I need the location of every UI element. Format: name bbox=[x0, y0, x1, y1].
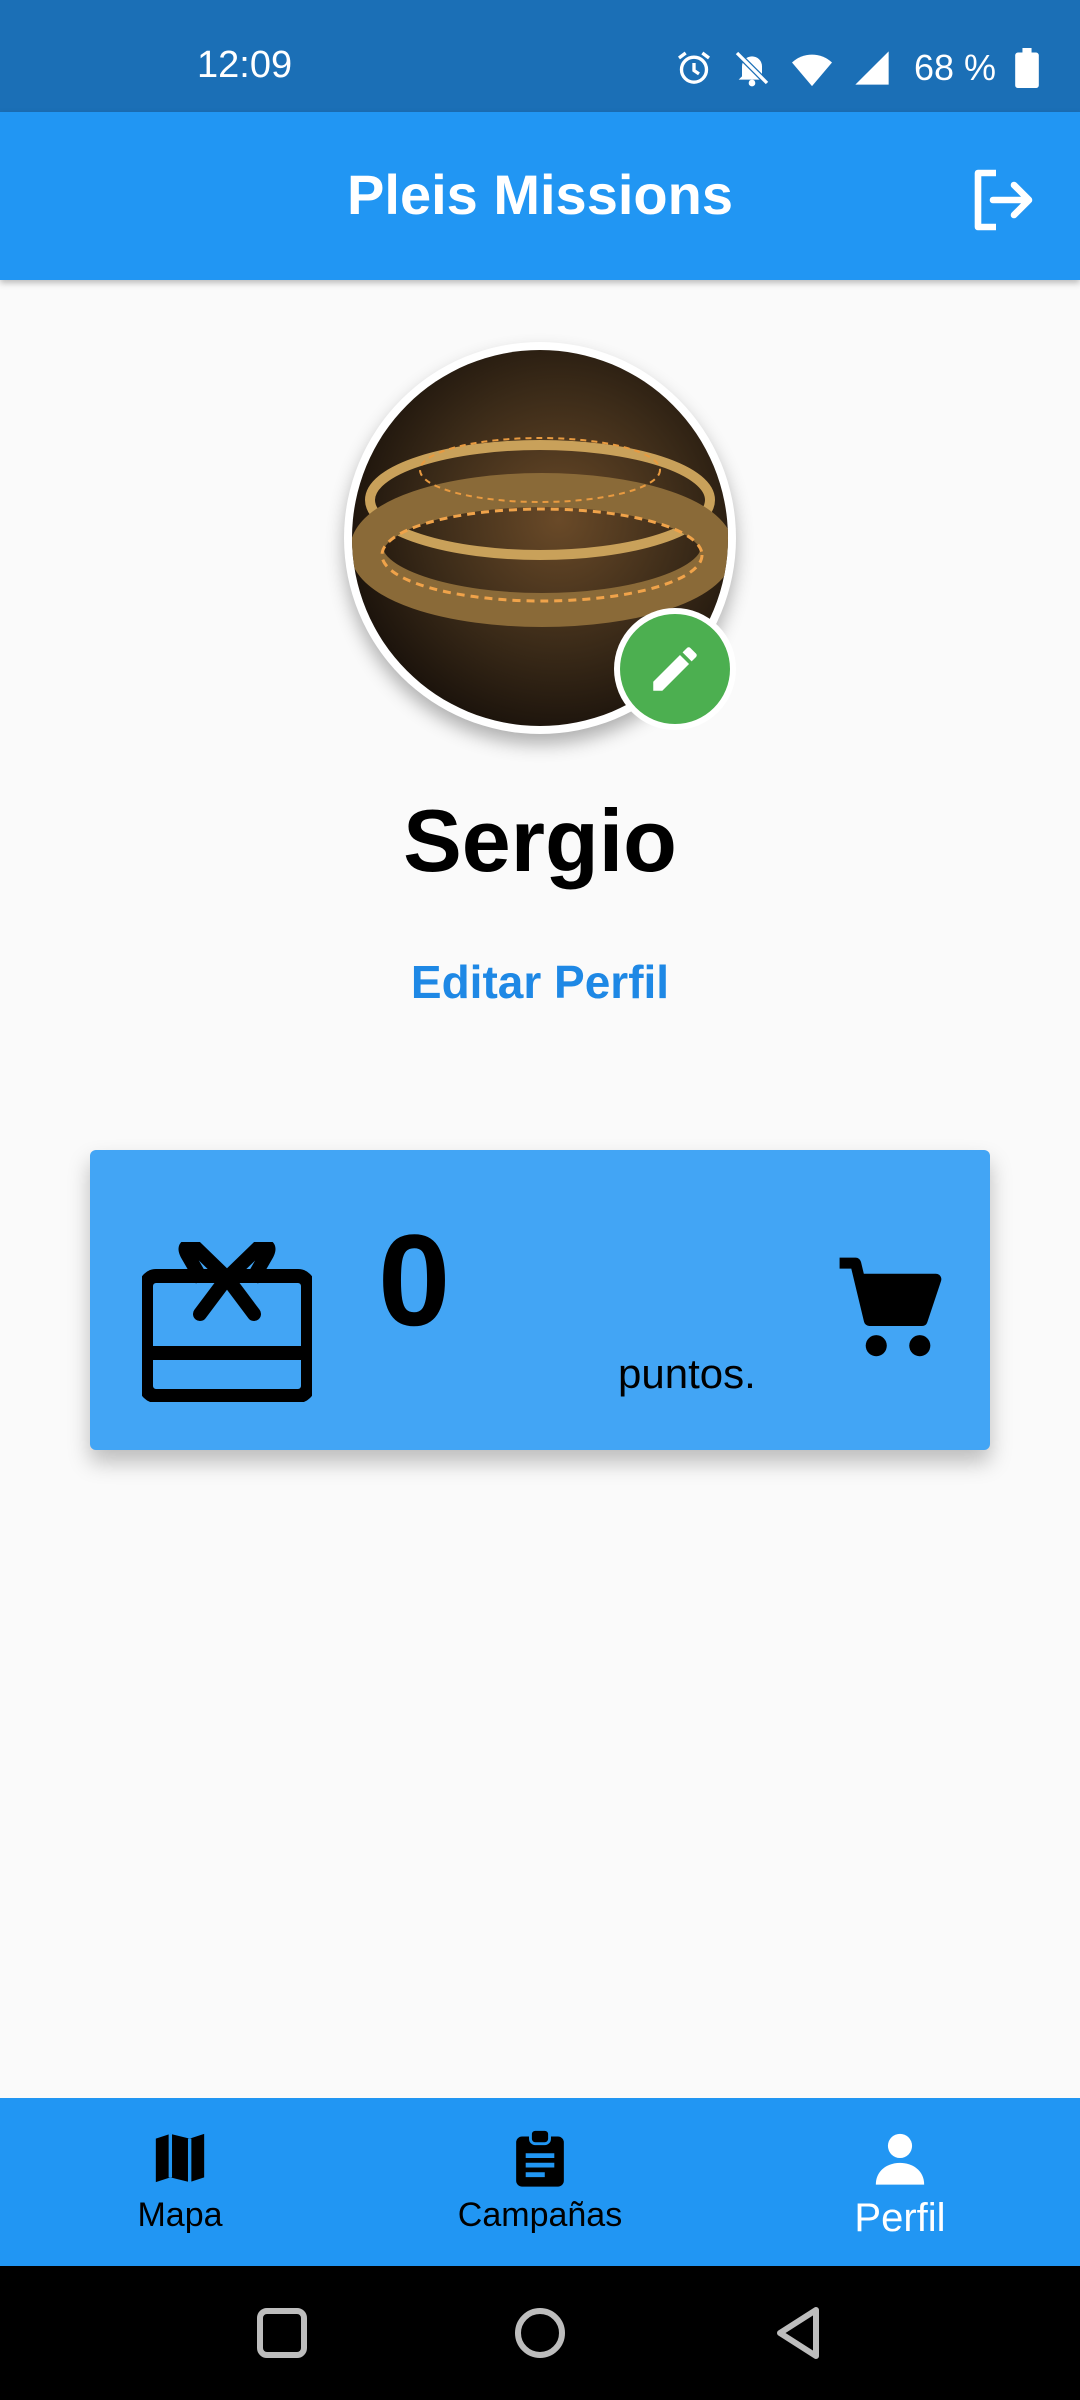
person-icon bbox=[871, 2128, 929, 2188]
status-bar: 12:09 68 % bbox=[0, 0, 1080, 112]
pencil-icon bbox=[653, 647, 697, 691]
recents-button[interactable] bbox=[249, 2300, 315, 2366]
gift-card-icon bbox=[139, 1238, 315, 1407]
home-button[interactable] bbox=[507, 2300, 573, 2366]
battery-icon bbox=[1014, 48, 1040, 88]
edit-avatar-button[interactable] bbox=[614, 608, 736, 730]
system-nav-bar bbox=[0, 2266, 1080, 2400]
bottom-nav: Mapa Campañas Perfil bbox=[0, 2098, 1080, 2266]
app-bar: Pleis Missions bbox=[0, 112, 1080, 280]
battery-percent: 68 % bbox=[913, 47, 996, 88]
nav-label-mapa: Mapa bbox=[137, 2196, 223, 2234]
wifi-icon bbox=[790, 48, 834, 88]
home-icon bbox=[515, 2308, 565, 2358]
nav-item-mapa[interactable]: Mapa bbox=[0, 2098, 360, 2266]
notifications-off-icon bbox=[732, 48, 772, 88]
logout-button[interactable] bbox=[966, 164, 1038, 236]
nav-label-perfil: Perfil bbox=[854, 2196, 946, 2240]
user-name: Sergio bbox=[403, 791, 677, 890]
points-unit: puntos. bbox=[618, 1350, 756, 1397]
points-value: 0 bbox=[378, 1207, 451, 1353]
edit-avatar-badge bbox=[620, 614, 730, 724]
alarm-icon bbox=[674, 48, 714, 88]
edit-profile-link[interactable]: Editar Perfil bbox=[0, 955, 1080, 1009]
app-title: Pleis Missions bbox=[347, 163, 733, 226]
recents-icon bbox=[257, 2308, 307, 2358]
logout-icon bbox=[974, 169, 1033, 231]
nav-label-campanas: Campañas bbox=[457, 2196, 623, 2234]
status-time: 12:09 bbox=[197, 44, 293, 86]
status-icons: 68 % bbox=[674, 46, 1040, 90]
nav-item-perfil[interactable]: Perfil bbox=[720, 2098, 1080, 2266]
shopping-cart-icon[interactable] bbox=[835, 1257, 945, 1366]
back-button[interactable] bbox=[766, 2300, 832, 2366]
nav-item-campanas[interactable]: Campañas bbox=[360, 2098, 720, 2266]
map-icon bbox=[151, 2128, 209, 2188]
clipboard-icon bbox=[511, 2127, 569, 2188]
signal-icon bbox=[852, 48, 892, 88]
points-card: 0 puntos. bbox=[90, 1150, 990, 1450]
back-icon bbox=[777, 2307, 819, 2359]
